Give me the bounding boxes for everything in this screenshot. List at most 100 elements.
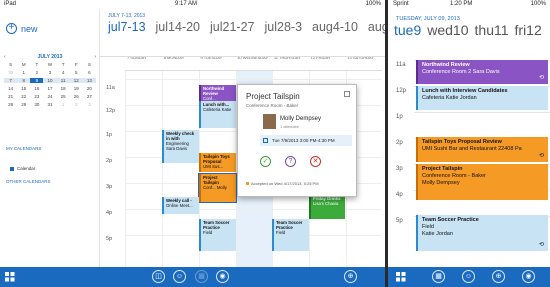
event-tailspin-proposal[interactable]: Tailspin Toys Proposal UMI Sus... [199, 153, 236, 172]
plus-icon: + [6, 23, 17, 34]
event-subtitle: Cafeteria Katie [203, 107, 232, 112]
mini-day[interactable]: 25 [57, 94, 70, 99]
event-weekly-check-in[interactable]: Weekly check in with Engineering Sara Da… [162, 130, 199, 163]
mini-day[interactable]: 24 [43, 94, 56, 99]
mini-day[interactable]: 23 [30, 94, 43, 99]
mini-day[interactable]: 2 [30, 70, 43, 75]
day-current[interactable]: tue9 [394, 22, 421, 38]
clock: 1:20 PM [450, 1, 473, 7]
day[interactable]: thu11 [475, 22, 509, 38]
week-range-label: JULY 7-13, 2013 [108, 13, 146, 19]
mini-day[interactable]: 7 [4, 78, 18, 83]
mini-day[interactable]: 2 [70, 102, 83, 107]
mini-day[interactable]: 22 [17, 94, 30, 99]
mini-day[interactable]: 5 [70, 70, 83, 75]
all-day-row[interactable] [125, 57, 382, 71]
mini-day[interactable]: 3 [83, 102, 96, 107]
day[interactable]: fri12 [515, 22, 542, 38]
mini-day[interactable]: 19 [70, 86, 83, 91]
week-range-current[interactable]: jul7-13 [108, 20, 146, 34]
hour-label: 4p [396, 192, 403, 198]
event-tailspin-proposal-review[interactable]: Tailspin Toys Proposal Review UMI Sushi … [416, 137, 548, 162]
mini-day[interactable]: 13 [82, 78, 96, 83]
event-title: Tailspin Toys Proposal [203, 154, 230, 164]
week-view-icon[interactable]: ▦ [195, 270, 208, 283]
event-details-popup: Project Tailspin Conference Room - Baker… [237, 84, 357, 197]
event-lunch-interview[interactable]: Lunch with Interview Candidates Cafeteri… [416, 86, 548, 110]
event-weekly-call[interactable]: Weekly call - Online Meet... [162, 197, 199, 214]
mini-day[interactable]: 18 [57, 86, 70, 91]
calendar-view-icon[interactable]: ▦ [432, 270, 445, 283]
event-friday-drinks[interactable]: Friday Drinks Lisa's Chavia [309, 195, 345, 219]
event-team-soccer-thu[interactable]: Team Soccer Practice Field [272, 219, 309, 251]
mini-day[interactable]: 3 [43, 70, 56, 75]
clock: 9:17 AM [175, 1, 198, 7]
mini-day[interactable]: 11 [56, 78, 70, 83]
mini-day[interactable]: 1 [17, 70, 30, 75]
week-range[interactable]: aug11-17 [368, 20, 385, 34]
mini-day[interactable]: 30 [4, 70, 17, 75]
today-icon[interactable]: ☺ [462, 270, 475, 283]
event-subtitle: UMI Sushi Bar and Restaurant 22408 Pa [422, 146, 522, 152]
week-range[interactable]: jul14-20 [156, 20, 200, 34]
event-lunch[interactable]: Lunch with... Cafeteria Katie [199, 101, 236, 128]
prev-month-button[interactable]: ‹ [4, 54, 6, 60]
week-range[interactable]: jul28-3 [265, 20, 303, 34]
event-subtitle: Conference Room 2 Sara Davis [422, 69, 500, 75]
mini-day[interactable]: 14 [4, 86, 17, 91]
mini-day[interactable]: 17 [43, 86, 56, 91]
event-project-tailspin[interactable]: Project Tailspin Conference Room - Baker… [416, 164, 548, 200]
event-title: Northwind Review [422, 62, 470, 68]
next-month-button[interactable]: › [94, 54, 96, 60]
mini-day[interactable]: 30 [30, 102, 43, 107]
mini-day[interactable]: 16 [30, 86, 43, 91]
mini-day[interactable]: 21 [4, 94, 17, 99]
event-title: Project Tailspin [203, 175, 219, 185]
more-icon[interactable]: ◉ [522, 270, 535, 283]
windows-icon[interactable] [5, 272, 15, 282]
mini-day[interactable]: 26 [70, 94, 83, 99]
event-subtitle: UMI Sus... [203, 164, 224, 169]
popup-location: Conference Room - Baker [246, 103, 299, 108]
month-view-icon[interactable]: ◉ [216, 270, 229, 283]
mini-day[interactable]: 27 [83, 94, 96, 99]
mini-day[interactable]: 4 [57, 70, 70, 75]
mini-day[interactable]: 6 [83, 70, 96, 75]
accept-button[interactable]: ✓ [260, 156, 271, 167]
accepted-note: Accepted on Wed 4/17/2013, 5:25 PM [246, 181, 319, 186]
event-project-tailspin[interactable]: Project Tailspin Conf... Molly [198, 173, 237, 203]
event-team-soccer[interactable]: Team Soccer Practice Field Katie Jordan … [416, 215, 548, 251]
windows-icon[interactable] [396, 272, 406, 282]
week-range[interactable]: jul21-27 [210, 20, 254, 34]
status-bar: iPad 9:17 AM 100% [0, 0, 385, 9]
hour-label: 12p [396, 88, 407, 94]
calendar-item[interactable]: Calendar [10, 166, 35, 171]
mini-day[interactable]: 29 [17, 102, 30, 107]
event-team-soccer-tue[interactable]: Team Soccer Practice Field [199, 219, 236, 251]
mini-day[interactable]: 1 [57, 102, 70, 107]
event-northwind-review[interactable]: Northwind Review Conf... [199, 85, 236, 101]
mini-day[interactable]: 10 [43, 78, 57, 83]
day[interactable]: wed10 [427, 22, 468, 38]
new-event-button[interactable]: + new [6, 23, 38, 34]
calendar-view-icon[interactable]: ◫ [152, 270, 165, 283]
today-icon[interactable]: ☺ [173, 270, 186, 283]
mini-day[interactable]: 9 [30, 78, 44, 83]
event-northwind-review[interactable]: Northwind Review Conference Room 2 Sara … [416, 60, 548, 84]
mini-day[interactable]: 31 [43, 102, 56, 107]
event-time: Tue 7/9/2013 3:00 PM-4:30 PM [260, 135, 352, 146]
add-icon[interactable]: ⊕ [492, 270, 505, 283]
mini-day[interactable]: 20 [83, 86, 96, 91]
event-subtitle: Cafeteria Katie Jordan [422, 95, 477, 101]
mini-day[interactable]: 8 [17, 78, 31, 83]
decline-button[interactable]: ✕ [310, 156, 321, 167]
tentative-button[interactable]: ? [285, 156, 296, 167]
mini-day[interactable]: 12 [69, 78, 83, 83]
add-icon[interactable]: ⊕ [344, 270, 357, 283]
event-title: Northwind Review [203, 86, 225, 96]
mini-day[interactable]: 28 [4, 102, 17, 107]
mini-day[interactable]: 15 [17, 86, 30, 91]
organizer-name[interactable]: Molly Dempsey [280, 116, 321, 122]
week-range[interactable]: aug4-10 [312, 20, 358, 34]
open-event-icon[interactable] [344, 91, 350, 97]
